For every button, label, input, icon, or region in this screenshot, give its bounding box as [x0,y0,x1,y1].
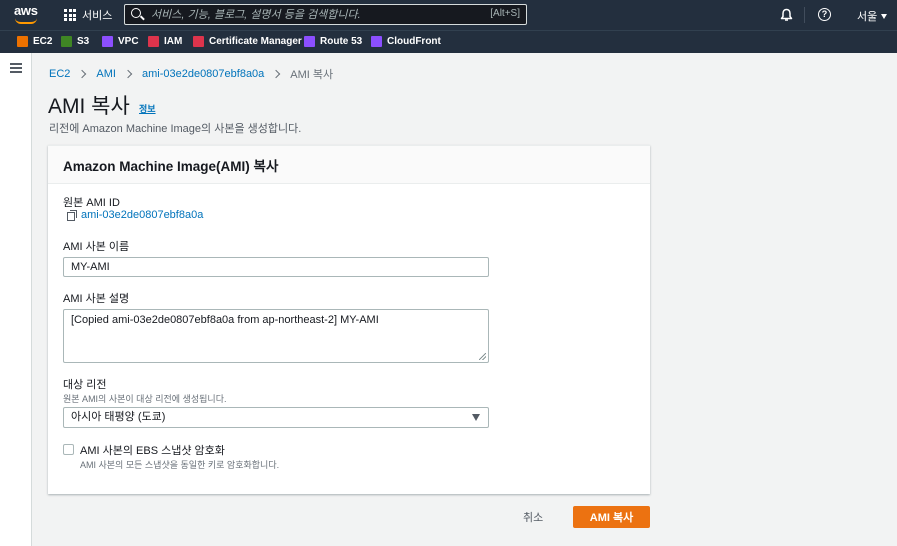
ami-description-label: AMI 사본 설명 [63,293,130,305]
services-label: 서비스 [82,10,113,22]
ami-description-value: [Copied ami-03e2de0807ebf8a0a from ap-no… [71,314,379,326]
search-box[interactable]: [Alt+S] [124,4,527,25]
chevron-right-icon [78,69,87,79]
ami-name-label: AMI 사본 이름 [63,241,130,253]
ec2-icon [17,36,28,47]
page-subtitle: 리전에 Amazon Machine Image의 사본을 생성합니다. [49,123,302,135]
bell-icon[interactable] [780,8,793,22]
destination-region-select[interactable]: 아시아 태평양 (도쿄) [63,407,489,428]
aws-logo-text: aws [14,3,38,18]
destination-region-label: 대상 리전 [63,379,107,391]
breadcrumb-ami-id[interactable]: ami-03e2de0807ebf8a0a [142,68,264,80]
source-ami-label: 원본 AMI ID [63,197,120,209]
cancel-button[interactable]: 취소 [523,509,543,525]
favorite-label: Route 53 [320,36,363,47]
search-shortcut: [Alt+S] [490,8,520,19]
encrypt-snapshots-label[interactable]: AMI 사본의 EBS 스냅샷 암호화 [80,442,225,458]
iam-icon [148,36,159,47]
s3-icon [61,36,72,47]
source-ami-value[interactable]: ami-03e2de0807ebf8a0a [81,209,203,221]
favorite-label: VPC [118,36,139,47]
destination-region-value: 아시아 태평양 (도쿄) [71,411,166,423]
search-icon [131,8,141,18]
favorite-label: Certificate Manager [209,36,302,47]
destination-region-description: 원본 AMI의 사본이 대상 리전에 생성됩니다. [63,394,227,404]
favorite-vpc[interactable]: VPC [102,36,139,47]
panel-header: Amazon Machine Image(AMI) 복사 [48,146,650,184]
grid-icon [64,9,76,21]
vpc-icon [102,36,113,47]
breadcrumb-ami[interactable]: AMI [96,68,116,80]
route53-icon [304,36,315,47]
caret-down-icon [881,13,888,19]
ami-description-textarea[interactable]: [Copied ami-03e2de0807ebf8a0a from ap-no… [63,309,489,363]
breadcrumb-current: AMI 복사 [290,69,334,81]
hamburger-menu-icon[interactable] [10,63,22,73]
chevron-right-icon [272,69,281,79]
aws-smile-icon [15,18,37,24]
page-title: AMI 복사 [48,95,130,118]
favorite-iam[interactable]: IAM [148,36,182,47]
copy-ami-button[interactable]: AMI 복사 [573,506,650,528]
chevron-right-icon [123,69,133,79]
copy-icon[interactable] [67,210,77,221]
favorite-label: EC2 [33,36,53,47]
region-selector[interactable]: 서울 [857,8,888,24]
side-navigation-rail [0,53,32,546]
caret-down-icon [472,414,480,421]
search-input[interactable] [151,7,481,22]
copy-ami-panel: Amazon Machine Image(AMI) 복사 원본 AMI ID a… [48,145,650,494]
encrypt-snapshots-description: AMI 사본의 모든 스냅샷을 동일한 키로 암호화합니다. [80,460,280,470]
breadcrumb-ec2[interactable]: EC2 [49,68,70,80]
favorite-label: S3 [77,36,90,47]
info-link[interactable]: 정보 [139,102,156,115]
help-icon[interactable]: ? [818,8,831,21]
resize-handle-icon[interactable] [479,353,486,360]
certificate-manager-icon [193,36,204,47]
region-label: 서울 [857,11,878,23]
favorite-ec2[interactable]: EC2 [17,36,52,47]
nav-divider [804,7,805,23]
favorite-cloudfront[interactable]: CloudFront [371,36,441,47]
services-menu-button[interactable]: 서비스 [64,7,112,23]
encrypt-snapshots-checkbox[interactable] [63,444,74,455]
aws-logo[interactable]: aws [14,4,40,26]
source-ami-link[interactable]: ami-03e2de0807ebf8a0a [67,209,203,221]
favorite-certificate-manager[interactable]: Certificate Manager [193,36,302,47]
cloudfront-icon [371,36,382,47]
ami-name-input[interactable] [63,257,489,277]
favorite-route53[interactable]: Route 53 [304,36,362,47]
breadcrumb: EC2 AMI ami-03e2de0807ebf8a0a AMI 복사 [49,66,333,82]
top-navigation: aws 서비스 [Alt+S] ? 서울 [0,0,897,30]
favorite-label: IAM [164,36,183,47]
favorite-s3[interactable]: S3 [61,36,89,47]
favorites-bar: EC2 S3 VPC IAM Certificate Manager Route… [0,30,897,53]
favorite-label: CloudFront [387,36,441,47]
